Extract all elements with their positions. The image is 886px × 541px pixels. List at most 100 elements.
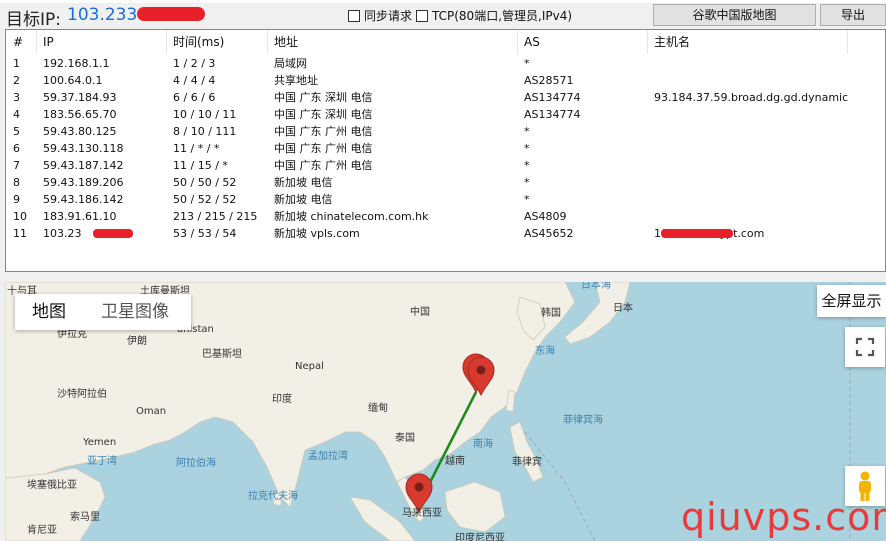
row-hostname: 93.184.37.59.broad.dg.gd.dynamic...: [654, 91, 848, 104]
label-bengal-bay: 孟加拉湾: [308, 449, 348, 462]
row-index: 8: [13, 176, 20, 189]
row-as: *: [524, 159, 530, 172]
label-philippine-sea: 菲律宾海: [563, 413, 603, 426]
label-iran: 伊朗: [127, 335, 147, 347]
fullscreen-icon: [855, 337, 875, 357]
ip-redaction-mark: [137, 7, 205, 21]
table-row[interactable]: 7 59.43.187.142 11 / 15 / * 中国 广东 广州 电信 *: [6, 157, 885, 174]
row-as: *: [524, 125, 530, 138]
trace-results-table[interactable]: # IP 时间(ms) 地址 AS 主机名 1 192.168.1.1 1 / 2 …: [5, 29, 886, 272]
row-index: 2: [13, 74, 20, 87]
label-east-sea: 东海: [535, 344, 555, 357]
table-row[interactable]: 11103.2353 / 53 / 54新加坡 vpls.comAS456521…: [6, 225, 885, 242]
column-header-address[interactable]: 地址: [268, 30, 518, 54]
row-as: AS28571: [524, 74, 574, 87]
row-hostname: [648, 123, 848, 140]
table-row[interactable]: 6 59.43.130.118 11 / * / * 中国 广东 广州 电信 *: [6, 140, 885, 157]
row-hostname: [648, 72, 848, 89]
row-address: 新加坡 chinatelecom.com.hk: [274, 210, 429, 223]
row-address: 新加坡 电信: [274, 176, 333, 189]
label-nepal: Nepal: [295, 361, 324, 372]
route-map[interactable]: 十与耳 土库曼斯坦 中国 韩国 日本 伊朗 伊拉克 anistan 巴基斯坦 N…: [5, 282, 886, 541]
row-index: 3: [13, 91, 20, 104]
sync-checkbox-box[interactable]: [348, 9, 360, 22]
target-ip-label: 目标IP:: [6, 10, 61, 30]
label-japan-sea: 日本海: [581, 282, 611, 291]
label-china: 中国: [410, 305, 430, 318]
row-address: 共享地址: [274, 74, 318, 87]
row-index: 10: [13, 210, 27, 223]
row-address: 中国 广东 广州 电信: [274, 125, 373, 138]
label-india: 印度: [272, 392, 292, 405]
tab-satellite[interactable]: 卫星图像: [101, 294, 169, 330]
toolbar-edge: [0, 0, 886, 3]
row-time: 50 / 50 / 52: [173, 176, 237, 189]
row-ip: 59.37.184.93: [43, 91, 117, 104]
table-row[interactable]: 4 183.56.65.70 10 / 10 / 11 中国 广东 深圳 电信 AS13…: [6, 106, 885, 123]
table-row[interactable]: 9 59.43.186.142 50 / 52 / 52 新加坡 电信 *: [6, 191, 885, 208]
row-hostname: [648, 157, 848, 174]
row-hostname: [648, 208, 848, 225]
row-ip: 183.91.61.10: [43, 210, 117, 223]
label-somalia: 索马里: [70, 510, 100, 523]
row-ip: 59.43.80.125: [43, 125, 117, 138]
fullscreen-label-button[interactable]: 全屏显示: [817, 285, 886, 317]
row-index: 5: [13, 125, 20, 138]
tcp-checkbox-box[interactable]: [416, 9, 428, 22]
row-index: 11: [13, 227, 27, 240]
row-address: 局域网: [274, 57, 307, 70]
export-button[interactable]: 导出: [820, 4, 886, 26]
row-time: 10 / 10 / 11: [173, 108, 237, 121]
table-row[interactable]: 10 183.91.61.10 213 / 215 / 215 新加坡 chinate…: [6, 208, 885, 225]
row-as: *: [524, 193, 530, 206]
label-ethiopia: 埃塞俄比亚: [27, 478, 77, 491]
row-hostname: [648, 191, 848, 208]
target-ip-link[interactable]: 103.233: [67, 5, 137, 25]
row-time: 11 / 15 / *: [173, 159, 228, 172]
row-hostname: [648, 174, 848, 191]
column-header-time[interactable]: 时间(ms): [167, 30, 268, 54]
google-china-map-button[interactable]: 谷歌中国版地图: [653, 4, 816, 26]
column-header-ip[interactable]: IP: [37, 30, 167, 54]
label-myanmar: 缅甸: [368, 401, 388, 414]
sync-request-checkbox[interactable]: 同步请求: [348, 7, 412, 24]
row-hostname: [648, 55, 848, 72]
row-index: 1: [13, 57, 20, 70]
table-row[interactable]: 3 59.37.184.93 6 / 6 / 6 中国 广东 深圳 电信 AS13477…: [6, 89, 885, 106]
label-arabian-sea: 阿拉伯海: [176, 456, 216, 469]
label-pakistan: 巴基斯坦: [202, 347, 242, 360]
row-ip: 192.168.1.1: [43, 57, 110, 70]
row-address: 新加坡 vpls.com: [274, 227, 360, 240]
row-time: 6 / 6 / 6: [173, 91, 216, 104]
label-philippines: 菲律宾: [512, 455, 542, 468]
sync-checkbox-label: 同步请求: [364, 9, 413, 23]
column-header-hostname[interactable]: 主机名: [648, 30, 848, 54]
row-as: AS4809: [524, 210, 567, 223]
row-ip: 59.43.130.118: [43, 142, 124, 155]
table-row[interactable]: 1 192.168.1.1 1 / 2 / 3 局域网 *: [6, 55, 885, 72]
label-vietnam: 越南: [445, 454, 465, 467]
label-thailand: 泰国: [395, 431, 415, 444]
table-row[interactable]: 5 59.43.80.125 8 / 10 / 111 中国 广东 广州 电信 *: [6, 123, 885, 140]
column-header-as[interactable]: AS: [518, 30, 648, 54]
fullscreen-toggle-button[interactable]: [845, 327, 885, 367]
row-address: 中国 广东 深圳 电信: [274, 91, 373, 104]
label-aden-gulf: 亚丁湾: [87, 454, 117, 467]
row-ip-redaction-mark: [93, 229, 133, 238]
tcp-checkbox-label: TCP(80端口,管理员,IPv4): [432, 9, 573, 23]
table-row[interactable]: 2 100.64.0.1 4 / 4 / 4 共享地址 AS28571: [6, 72, 885, 89]
toolbar: 目标IP: 103.233 同步请求 TCP(80端口,管理员,IPv4) 谷歌…: [0, 0, 886, 30]
table-row[interactable]: 8 59.43.189.206 50 / 50 / 52 新加坡 电信 *: [6, 174, 885, 191]
row-time: 213 / 215 / 215: [173, 210, 258, 223]
row-time: 50 / 52 / 52: [173, 193, 237, 206]
tab-map[interactable]: 地图: [32, 294, 66, 330]
column-header-index[interactable]: #: [7, 30, 37, 54]
tcp-checkbox[interactable]: TCP(80端口,管理员,IPv4): [416, 7, 572, 24]
row-time: 11 / * / *: [173, 142, 220, 155]
label-south-sea: 南海: [473, 437, 493, 450]
row-as: *: [524, 176, 530, 189]
label-malaysia: 马来西亚: [402, 507, 442, 519]
label-saudi: 沙特阿拉伯: [57, 387, 107, 400]
label-laccadive-sea: 拉克代夫海: [248, 489, 298, 502]
row-index: 9: [13, 193, 20, 206]
